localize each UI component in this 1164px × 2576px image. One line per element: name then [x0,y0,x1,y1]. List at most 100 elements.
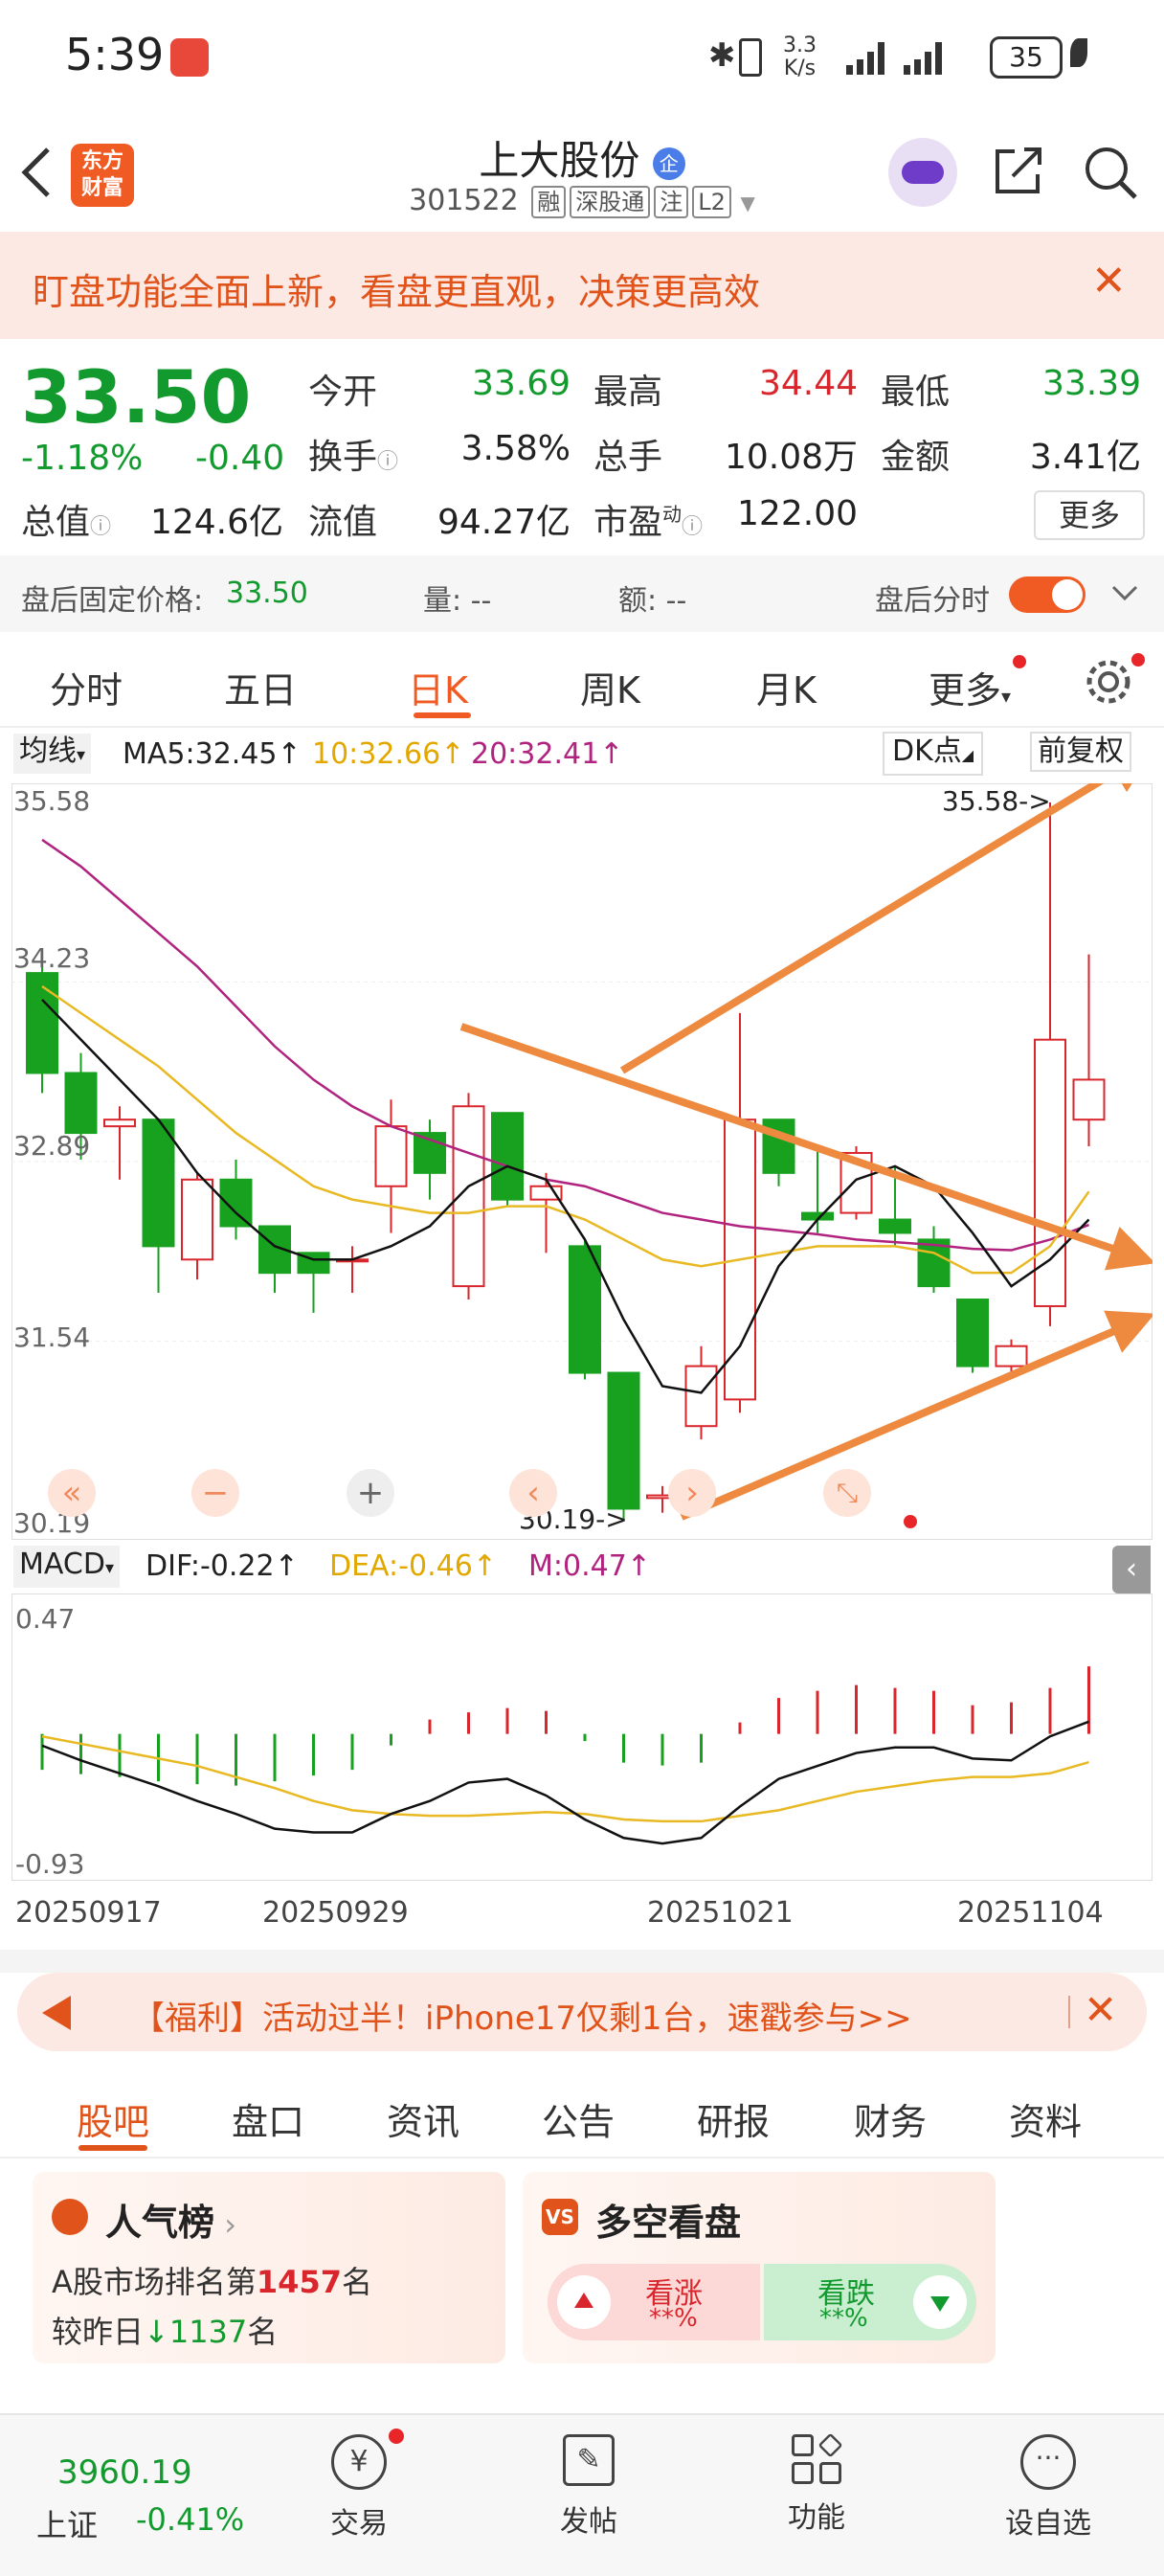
bear-button[interactable]: 看跌 **% [764,2264,976,2340]
after-hours-amount: 额: -- [618,584,687,618]
tab-orderbook[interactable]: 盘口 [232,2092,304,2145]
amount-value: 3.41亿 [1029,438,1141,477]
adjust-selector[interactable]: 前复权 [1030,732,1131,772]
after-hours-toggle[interactable] [1009,576,1086,613]
edit-icon: ✎ [563,2434,615,2486]
event-dot [904,1515,917,1528]
candle-body [142,1119,175,1248]
nav-trade[interactable]: ¥ 交易 [306,2434,412,2542]
scroll-left-button[interactable]: ‹ [509,1469,557,1517]
dif-text: DIF:-0.22 [146,1549,275,1583]
tab-financials[interactable]: 财务 [854,2092,927,2145]
index-ticker[interactable]: 3960.19 上证 -0.41% [29,2434,268,2549]
date-label: 20251021 [647,1896,794,1930]
stock-code: 301522 [409,184,519,217]
tab-news[interactable]: 资讯 [387,2092,459,2145]
close-icon[interactable]: ✕ [1091,257,1127,305]
rank-change-suffix: 名 [247,2314,279,2350]
robot-avatar[interactable] [888,138,957,207]
share-icon[interactable] [990,142,1047,199]
nav-post[interactable]: ✎ 发帖 [536,2434,641,2540]
tab-monthly-k[interactable]: 月K [756,661,817,713]
tab-weekly-k[interactable]: 周K [580,661,640,713]
tag-level2: L2 [692,186,731,218]
dk-point-selector[interactable]: DK点◢ [883,732,984,776]
zoom-out-button[interactable]: − [191,1469,239,1517]
collapse-panel-button[interactable]: ‹ [1112,1546,1151,1593]
macd-chart[interactable]: 0.47 -0.93 [11,1593,1153,1881]
dif-value: DIF:-0.22↑ [146,1549,299,1583]
ranking-icon [52,2199,88,2235]
bottom-nav: 3960.19 上证 -0.41% ¥ 交易 ✎ 发帖 功能 ··· 设自选 [0,2413,1164,2576]
info-icon[interactable]: ⓘ [682,515,703,539]
after-hours-label: 盘后固定价格: [21,584,204,618]
candle-body [1072,1078,1106,1121]
nav-functions[interactable]: 功能 [764,2432,869,2536]
kline-svg [11,783,1153,1540]
vs-icon: VS [542,2199,578,2235]
candle-body [26,972,58,1074]
trend-arrow-up [619,783,1153,1074]
info-icon[interactable]: ⓘ [377,450,398,474]
kline-chart[interactable]: 35.58 34.23 32.89 31.54 30.19 35.58-> 30… [11,783,1153,1540]
fullscreen-button[interactable]: ⤡ [823,1469,871,1517]
chevron-down-icon[interactable] [1110,584,1139,603]
popular-title: 人气榜 › [105,2202,236,2244]
macd-selector[interactable]: MACD▾ [13,1546,120,1588]
feature-banner[interactable]: 盯盘功能全面上新，看盘更直观，决策更高效 ✕ [0,232,1164,339]
change-value: -0.40 [195,439,285,478]
m-text: M:0.47 [528,1549,627,1583]
down-arrow-icon: ↓ [144,2314,169,2350]
info-icon[interactable]: ⓘ [90,515,111,539]
tab-five-day[interactable]: 五日 [224,661,297,713]
rank-line: A股市场排名第1457名 [52,2258,372,2302]
ma-selector[interactable]: 均线▾ [13,734,92,774]
macd-border [11,1593,1153,1881]
turnover-value: 3.58% [460,429,571,468]
pe-value: 122.00 [737,494,858,533]
more-dots-icon: ··· [1020,2434,1076,2490]
scroll-right-button[interactable]: › [668,1469,716,1517]
battery-indicator: 35 [990,36,1063,79]
high-label: 最高 [593,373,663,412]
code-dropdown-icon[interactable]: ▼ [740,192,754,215]
after-hours-volume: 量: -- [423,584,492,618]
scroll-left-fast-button[interactable]: « [48,1469,96,1517]
rank-suffix: 名 [341,2264,372,2300]
macd-bar: MACD▾ DIF:-0.22↑ DEA:-0.46↑ M:0.47↑ ‹ [0,1546,1164,1593]
promo-text: 【福利】活动过半！iPhone17仅剩1台，速戳参与>> [132,2000,912,2038]
date-label: 20250929 [262,1896,409,1930]
close-icon[interactable]: ✕ [1084,1986,1117,2033]
tab-announcements[interactable]: 公告 [542,2092,615,2145]
tab-research[interactable]: 研报 [697,2092,770,2145]
nav-watchlist-label: 设自选 [1005,2507,1091,2541]
amount-label: 金额 [881,438,951,477]
zoom-in-button[interactable]: + [347,1469,394,1517]
nav-watchlist[interactable]: ··· 设自选 [996,2434,1101,2542]
ma5-text: MA5:32.45 [123,737,278,771]
tab-daily-k[interactable]: 日K [408,661,468,713]
tab-intraday[interactable]: 分时 [50,661,123,713]
down-triangle-icon [913,2275,967,2329]
search-icon[interactable] [1080,142,1141,203]
up-triangle-icon [557,2275,611,2329]
index-name: 上证 [36,2507,99,2543]
more-button[interactable]: 更多 [1034,490,1145,540]
popularity-card[interactable]: 人气榜 › A股市场排名第1457名 较昨日↓1137名 [33,2172,505,2363]
nav-functions-label: 功能 [788,2501,845,2535]
tab-more[interactable]: 更多▾ [929,661,1011,713]
tab-forum[interactable]: 股吧 [77,2092,149,2145]
promo-bar[interactable]: 【福利】活动过半！iPhone17仅剩1台，速戳参与>> ✕ [17,1973,1147,2051]
bull-button[interactable]: 看涨 **% [548,2264,760,2340]
ma10-text: 10:32.66 [312,737,441,771]
candle-body [181,1178,213,1261]
notification-dot [389,2429,404,2444]
m-value: M:0.47↑ [528,1549,651,1583]
macd-axis-bottom: -0.93 [15,1848,85,1880]
tab-profile[interactable]: 资料 [1009,2092,1082,2145]
settings-icon[interactable] [1082,655,1135,709]
mktcap-value: 124.6亿 [149,503,283,542]
sentiment-title: 多空看盘 [595,2202,742,2244]
tag-registered: 注 [654,186,689,218]
pe-sup: 动 [662,503,683,526]
